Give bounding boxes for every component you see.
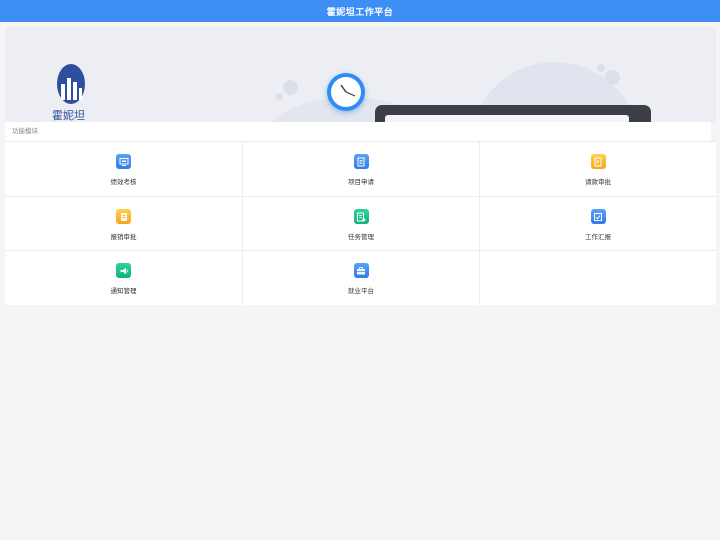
- banner-bubble: [597, 64, 605, 72]
- task-list-icon: [353, 209, 369, 224]
- module-label: 工作汇报: [585, 233, 611, 241]
- banner-image: 霍妮坦: [5, 27, 716, 122]
- banner-bubble: [605, 70, 620, 85]
- module-task-management[interactable]: 任务管理: [242, 196, 479, 250]
- svg-text:¥: ¥: [596, 160, 599, 166]
- module-label: 就业平台: [348, 287, 374, 295]
- module-performance-review[interactable]: 绩效考核: [5, 141, 242, 196]
- monitor-icon: [116, 154, 131, 169]
- clock-icon: [327, 73, 365, 111]
- document-icon: [353, 154, 369, 169]
- receipt-icon: [116, 209, 131, 224]
- module-employment-platform[interactable]: 就业平台: [242, 250, 479, 305]
- logo: 霍妮坦: [51, 64, 93, 122]
- banner-bubble: [276, 93, 283, 100]
- module-label: 通知管理: [110, 287, 137, 295]
- module-label: 报销审批: [110, 233, 137, 241]
- module-project-application[interactable]: 项目申请: [242, 141, 479, 196]
- page-title: 霍妮坦工作平台: [326, 7, 394, 18]
- app-title-bar: 霍妮坦工作平台: [0, 0, 720, 22]
- banner-bubble: [283, 80, 298, 95]
- module-label: 任务管理: [348, 233, 374, 241]
- invoice-icon: ¥: [590, 154, 606, 169]
- module-label: 项目申请: [348, 178, 374, 186]
- module-label: 请款审批: [585, 178, 611, 186]
- module-payment-approval[interactable]: ¥ 请款审批: [479, 141, 716, 196]
- module-grid: 绩效考核 项目申请 ¥ 请款审批 报销审批 任务管理 工作汇报 通知管理 就业平…: [5, 141, 716, 305]
- logo-text: 霍妮坦: [52, 108, 85, 122]
- monitor-illustration: [375, 105, 651, 122]
- megaphone-icon: [116, 263, 131, 278]
- report-check-icon: [590, 209, 606, 224]
- module-label: 绩效考核: [110, 178, 137, 186]
- module-notification-management[interactable]: 通知管理: [5, 250, 242, 305]
- briefcase-icon: [353, 263, 369, 278]
- module-reimbursement-approval[interactable]: 报销审批: [5, 196, 242, 250]
- section-title: 功能模块: [5, 122, 711, 141]
- module-empty: [479, 250, 716, 305]
- module-work-report[interactable]: 工作汇报: [479, 196, 716, 250]
